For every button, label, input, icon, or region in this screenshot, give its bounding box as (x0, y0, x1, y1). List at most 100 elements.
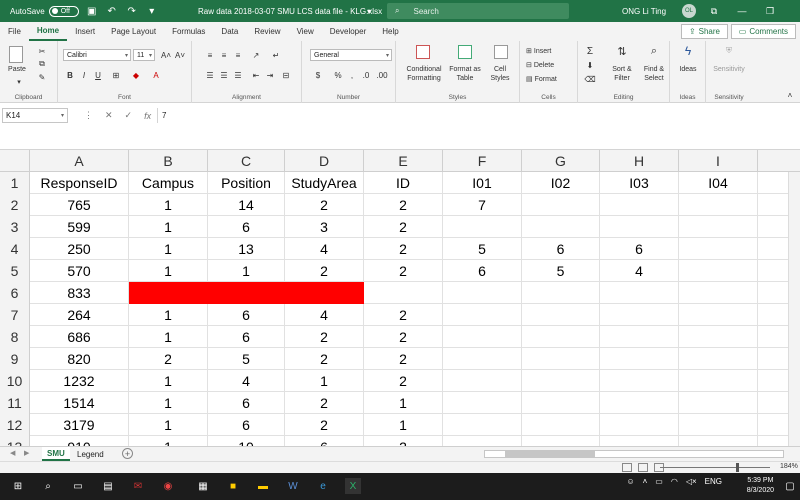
cell-f5[interactable]: 6 (443, 260, 522, 282)
network-icon[interactable]: ▭ (655, 477, 663, 486)
cell-e4[interactable]: 2 (364, 238, 443, 260)
cell-c7[interactable]: 6 (208, 304, 285, 326)
taskbar-search-icon[interactable]: ⌕ (40, 478, 56, 494)
cell-a13[interactable]: 910 (30, 436, 129, 446)
cell-e13[interactable]: 2 (364, 436, 443, 446)
cell-a10[interactable]: 1232 (30, 370, 129, 392)
cell-h2[interactable] (600, 194, 679, 216)
cell-e9[interactable]: 2 (364, 348, 443, 370)
find-select-label-2[interactable]: Select (638, 75, 670, 82)
conditional-formatting-icon[interactable] (416, 45, 430, 59)
cell-a12[interactable]: 3179 (30, 414, 129, 436)
cell-e11[interactable]: 1 (364, 392, 443, 414)
cell-b3[interactable]: 1 (129, 216, 208, 238)
italic-icon[interactable]: I (78, 69, 90, 81)
notifications-icon[interactable]: ▢ (782, 478, 798, 494)
cell-a3[interactable]: 599 (30, 216, 129, 238)
row-header[interactable]: 12 (0, 414, 30, 436)
cell-b7[interactable]: 1 (129, 304, 208, 326)
indent-decrease-icon[interactable]: ⇤ (250, 69, 262, 81)
row-header[interactable]: 6 (0, 282, 30, 304)
fill-color-icon[interactable]: ◆ (130, 69, 142, 81)
search-input[interactable]: ⌕ Search (387, 3, 569, 19)
cell-b13[interactable]: 1 (129, 436, 208, 446)
cell-i11[interactable] (679, 392, 758, 414)
enter-icon[interactable]: ✓ (125, 110, 133, 121)
cell-f1[interactable]: I01 (443, 172, 522, 194)
cell-h4[interactable]: 6 (600, 238, 679, 260)
paste-icon[interactable] (9, 46, 23, 63)
currency-icon[interactable]: $ (312, 69, 324, 81)
comma-icon[interactable]: , (346, 69, 358, 81)
format-as-table-label[interactable]: Format as (446, 66, 484, 73)
cell-d3[interactable]: 3 (285, 216, 364, 238)
cell-g2[interactable] (522, 194, 600, 216)
avatar[interactable]: OL (682, 4, 696, 18)
cell-styles-label[interactable]: Cell (484, 66, 516, 73)
conditional-formatting-label[interactable]: Conditional (400, 66, 448, 73)
cell-c13[interactable]: 10 (208, 436, 285, 446)
cell-f13[interactable] (443, 436, 522, 446)
cell-i7[interactable] (679, 304, 758, 326)
row-header[interactable]: 8 (0, 326, 30, 348)
cancel-icon[interactable]: ✕ (105, 110, 113, 121)
cell-g13[interactable] (522, 436, 600, 446)
cell-e7[interactable]: 2 (364, 304, 443, 326)
prev-sheet-icon[interactable]: ◀ (10, 449, 15, 457)
cell-b4[interactable]: 1 (129, 238, 208, 260)
column-header-a[interactable]: A (30, 150, 129, 172)
cell-e6[interactable] (364, 282, 443, 304)
cell-g7[interactable] (522, 304, 600, 326)
tab-file[interactable]: File (0, 22, 29, 41)
cell-i8[interactable] (679, 326, 758, 348)
cell-i3[interactable] (679, 216, 758, 238)
tab-developer[interactable]: Developer (322, 22, 374, 41)
cell-e2[interactable]: 2 (364, 194, 443, 216)
cell-c4[interactable]: 13 (208, 238, 285, 260)
decrease-font-icon[interactable]: A˅ (174, 49, 186, 61)
align-middle-icon[interactable]: ≡ (218, 49, 230, 61)
comments-button[interactable]: ▭ Comments (730, 24, 796, 39)
cell-a4[interactable]: 250 (30, 238, 129, 260)
column-header-c[interactable]: C (208, 150, 285, 172)
cut-icon[interactable]: ✂ (36, 45, 48, 57)
cell-i4[interactable] (679, 238, 758, 260)
cell-f9[interactable] (443, 348, 522, 370)
cell-i6[interactable] (679, 282, 758, 304)
task-view-icon[interactable]: ▭ (70, 478, 86, 494)
zoom-slider[interactable] (660, 467, 770, 468)
row-header[interactable]: 7 (0, 304, 30, 326)
cell-b2[interactable]: 1 (129, 194, 208, 216)
cell-d6[interactable] (285, 282, 364, 304)
orientation-icon[interactable]: ↗ (250, 49, 262, 61)
cell-h12[interactable] (600, 414, 679, 436)
restore-icon[interactable]: ❐ (756, 0, 784, 22)
column-header-i[interactable]: I (679, 150, 758, 172)
cell-h1[interactable]: I03 (600, 172, 679, 194)
cell-d12[interactable]: 2 (285, 414, 364, 436)
scroll-thumb[interactable] (505, 451, 595, 457)
page-layout-view-icon[interactable] (638, 463, 648, 472)
autosum-icon[interactable]: Σ (584, 45, 596, 57)
cell-h13[interactable] (600, 436, 679, 446)
paste-dropdown-icon[interactable]: ▾ (14, 78, 24, 86)
cell-b6[interactable] (129, 282, 208, 304)
cell-f2[interactable]: 7 (443, 194, 522, 216)
cell-styles-label-2[interactable]: Styles (484, 75, 516, 82)
paste-button[interactable]: Paste (2, 66, 32, 73)
cell-g5[interactable]: 5 (522, 260, 600, 282)
horizontal-scrollbar[interactable] (484, 450, 784, 458)
customize-qat-icon[interactable]: ▾ (145, 4, 159, 18)
cell-d10[interactable]: 1 (285, 370, 364, 392)
cell-c5[interactable]: 1 (208, 260, 285, 282)
row-header[interactable]: 3 (0, 216, 30, 238)
cell-g12[interactable] (522, 414, 600, 436)
insert-function-icon[interactable]: fx (144, 111, 151, 121)
minimize-icon[interactable]: — (728, 0, 756, 22)
cell-a7[interactable]: 264 (30, 304, 129, 326)
cell-g11[interactable] (522, 392, 600, 414)
people-icon[interactable]: ☺ (626, 477, 634, 486)
folder-icon[interactable]: ▬ (255, 478, 271, 494)
cell-c9[interactable]: 5 (208, 348, 285, 370)
tab-help[interactable]: Help (374, 22, 406, 41)
